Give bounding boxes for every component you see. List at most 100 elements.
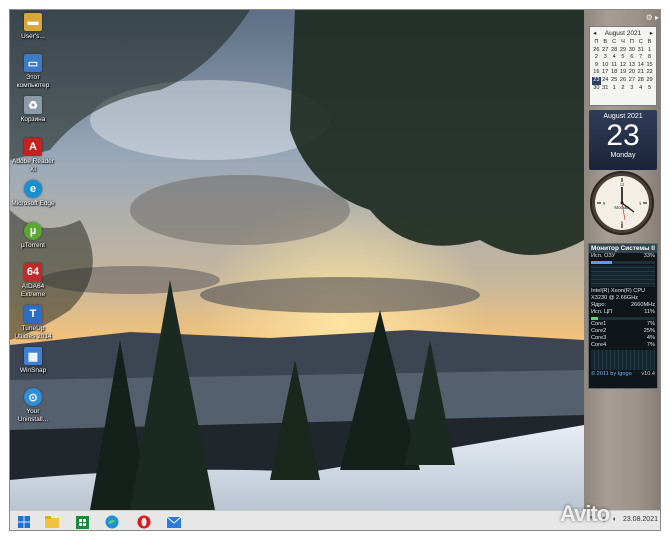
desktop-icon-aida64[interactable]: 64 AIDA64 Extreme <box>13 263 53 298</box>
calendar-day-cell[interactable]: 14 <box>636 62 645 70</box>
core-row: Core2 25% <box>589 328 657 335</box>
calendar-day-cell[interactable]: 9 <box>592 62 601 70</box>
opera-button[interactable] <box>136 514 152 530</box>
calendar-day-cell[interactable]: 1 <box>645 47 654 55</box>
calendar-day-cell[interactable]: 26 <box>619 77 628 85</box>
core-label: Core3 <box>591 335 607 341</box>
calendar-day-cell[interactable]: 16 <box>592 69 601 77</box>
calendar-day-cell[interactable]: 31 <box>601 85 610 93</box>
calendar-day-cell[interactable]: 17 <box>601 69 610 77</box>
calendar-day-cell[interactable]: 29 <box>645 77 654 85</box>
calendar-day-cell[interactable]: 28 <box>636 77 645 85</box>
desktop-icon-label: Корзина <box>20 116 46 123</box>
calendar-gadget[interactable]: ◂ August 2021 ▸ ПВСЧПСВ 26 27 28 29 30 31 1 2 3 4… <box>589 26 657 171</box>
store-button[interactable] <box>74 514 90 530</box>
calendar-day-cell[interactable]: 13 <box>627 62 636 70</box>
mail-button[interactable] <box>166 514 182 530</box>
calendar-day-cell[interactable]: 11 <box>610 62 619 70</box>
calendar-header: ◂ August 2021 ▸ <box>590 27 656 39</box>
core-value: 7% <box>646 321 655 327</box>
calendar-day-cell[interactable]: 24 <box>601 77 610 85</box>
calendar-day-cell[interactable]: 28 <box>610 47 619 55</box>
volume-icon[interactable]: ◐ <box>613 516 617 523</box>
calendar-day-cell[interactable]: 2 <box>619 85 628 93</box>
calendar-day-cell[interactable]: 30 <box>627 47 636 55</box>
desktop-icon-label: Этот компьютер <box>16 74 50 89</box>
core-value: 7% <box>646 342 655 348</box>
desktop-icon-label: µTorrent <box>21 242 45 249</box>
calendar-day-cell[interactable]: 4 <box>636 85 645 93</box>
calendar-day-cell[interactable]: 27 <box>601 47 610 55</box>
calendar-day-cell[interactable]: 30 <box>592 85 601 93</box>
calendar-day-cell[interactable]: 8 <box>645 54 654 62</box>
gadget-controls[interactable]: ⚙ ▸ <box>646 13 659 22</box>
core-label: Core4 <box>591 342 607 348</box>
desktop-icon-winsnap[interactable]: ▦ WinSnap <box>13 347 53 375</box>
calendar-day-cell[interactable]: 31 <box>636 47 645 55</box>
weekday-label: Ч <box>621 39 625 45</box>
desktop-icon-this-pc[interactable]: ▭ Этот компьютер <box>13 54 53 89</box>
calendar-day-cell[interactable]: 20 <box>627 69 636 77</box>
calendar-day-cell[interactable]: 18 <box>610 69 619 77</box>
cpu-use-row: Исп. ЦП 11% <box>589 309 657 316</box>
desktop-icon-label: WinSnap <box>19 367 47 374</box>
calendar-day-cell[interactable]: 3 <box>627 85 636 93</box>
system-monitor-gadget[interactable]: Монитор Системы II Исп. ОЗУ 33% Intel(R)… <box>588 243 658 389</box>
gadget-sidebar: ⚙ ▸ ◂ August 2021 ▸ ПВСЧПСВ 26 27 28 29 30 31… <box>584 10 660 510</box>
desktop-icon-adobe-reader[interactable]: A Adobe Reader XI <box>12 138 54 173</box>
clock-gadget[interactable]: 12369 Москва <box>589 170 655 236</box>
cpu-bar-fill <box>591 317 599 320</box>
calendar-day-cell[interactable]: 2 <box>592 54 601 62</box>
calendar-day-cell[interactable]: 5 <box>619 54 628 62</box>
sysmon-footer-text[interactable]: © 2011 by Igogo <box>591 371 632 378</box>
sysmon-footer: © 2011 by Igogo v10.4 <box>589 371 657 378</box>
desktop-screen: ▬ User's... ▭ Этот компьютер ♻ Корзина A… <box>9 9 661 531</box>
calendar-day-cell[interactable]: 3 <box>601 54 610 62</box>
desktop-icon-label: Adobe Reader XI <box>12 158 54 173</box>
cores-row: Ядро: 2660MHz <box>589 302 657 309</box>
calendar-day-cell[interactable]: 5 <box>645 85 654 93</box>
calendar-day-cell[interactable]: 25 <box>610 77 619 85</box>
desktop-icon-uninstaller[interactable]: ⊙ Your Uninstall... <box>13 388 53 423</box>
ram-row: Исп. ОЗУ 33% <box>589 253 657 260</box>
calendar-day-cell[interactable]: 23 <box>592 76 601 85</box>
calendar-day-cell[interactable]: 15 <box>645 62 654 70</box>
calendar-day-cell[interactable]: 7 <box>636 54 645 62</box>
prev-month-arrow-icon[interactable]: ◂ <box>593 29 596 37</box>
calendar-day-cell[interactable]: 26 <box>592 47 601 55</box>
file-explorer-button[interactable] <box>44 514 60 530</box>
calendar-day-cell[interactable]: 6 <box>627 54 636 62</box>
store-icon <box>75 515 89 529</box>
weekday-label: П <box>629 39 634 45</box>
folder-icon: ▬ <box>24 13 42 31</box>
tray-date[interactable]: 23.08.2021 <box>623 516 658 523</box>
desktop-icon-user-folder[interactable]: ▬ User's... <box>13 13 53 41</box>
cpu-graph <box>591 350 655 370</box>
folder-icon <box>45 516 59 528</box>
calendar-day-cell[interactable]: 29 <box>619 47 628 55</box>
weekday-label: С <box>638 39 643 45</box>
desktop-icon-recycle-bin[interactable]: ♻ Корзина <box>13 96 53 124</box>
calendar-day-cell[interactable]: 1 <box>610 85 619 93</box>
calendar-day-cell[interactable]: 4 <box>610 54 619 62</box>
winsnap-icon: ▦ <box>24 347 42 365</box>
start-button[interactable] <box>16 514 32 530</box>
edge-button[interactable] <box>104 514 120 530</box>
desktop-icon-edge[interactable]: e Microsoft Edge <box>11 180 55 208</box>
calendar-day-cell[interactable]: 22 <box>645 69 654 77</box>
core-row: Core3 4% <box>589 335 657 342</box>
core-row: Core1 7% <box>589 321 657 328</box>
weekday-label: В <box>603 39 608 45</box>
next-month-arrow-icon[interactable]: ▸ <box>650 29 653 37</box>
calendar-day-number: 23 <box>606 119 640 152</box>
desktop-icon-tuneup[interactable]: T TuneUp Utilities 2014 <box>13 305 53 340</box>
calendar-day-cell[interactable]: 12 <box>619 62 628 70</box>
calendar-day-cell[interactable]: 19 <box>619 69 628 77</box>
desktop-icon-utorrent[interactable]: µ µTorrent <box>13 222 53 250</box>
core-value: 25% <box>643 328 655 334</box>
desktop-icon-label: User's... <box>21 33 45 40</box>
calendar-day-cell[interactable]: 21 <box>636 69 645 77</box>
calendar-day-cell[interactable]: 10 <box>601 62 610 70</box>
system-monitor-title: Монитор Системы II <box>589 244 657 253</box>
calendar-day-cell[interactable]: 27 <box>627 77 636 85</box>
